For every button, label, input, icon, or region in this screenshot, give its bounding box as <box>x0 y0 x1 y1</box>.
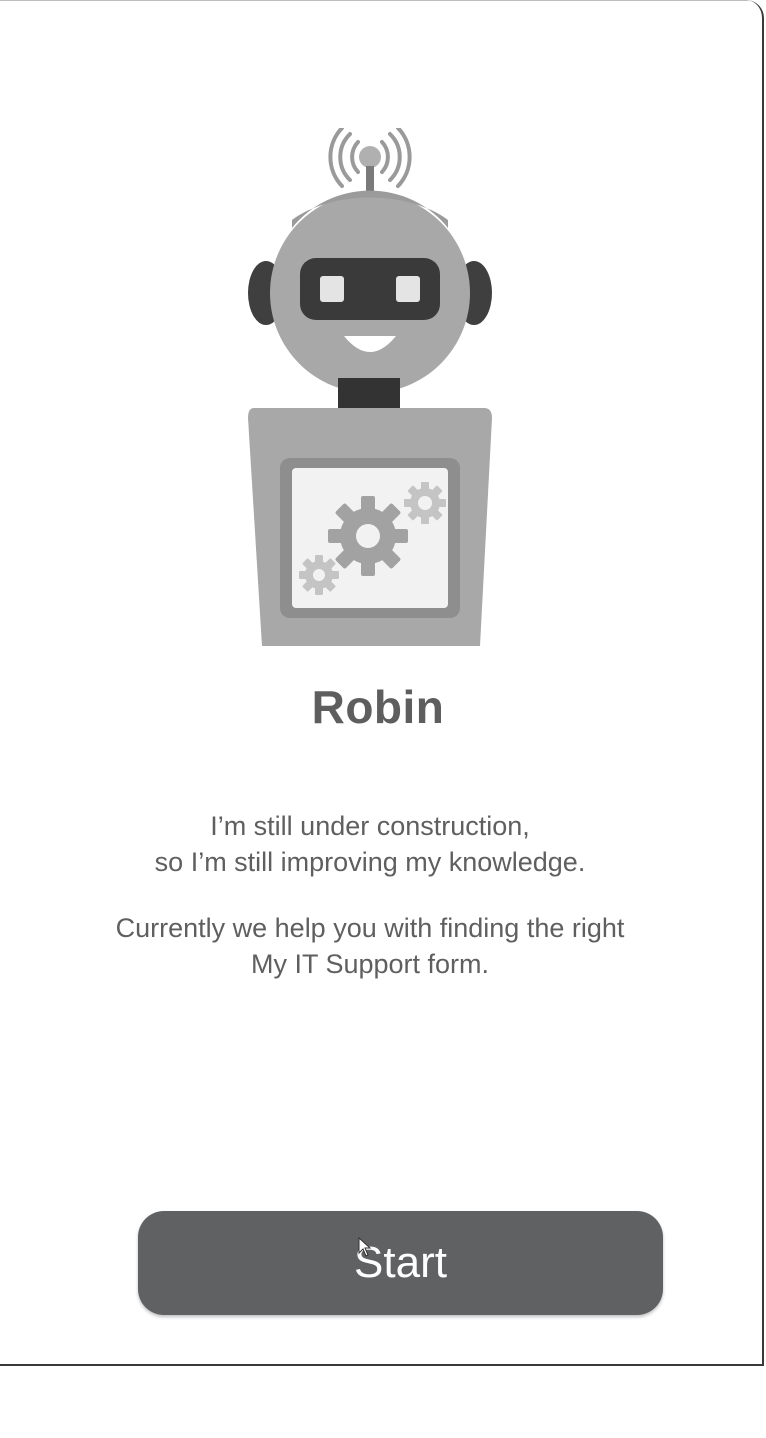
window-top-edge <box>0 0 748 1</box>
intro-message: I’m still under construction, so I’m sti… <box>0 808 740 982</box>
intro-line: Currently we help you with finding the r… <box>115 913 625 943</box>
start-button[interactable]: Start <box>138 1211 663 1315</box>
mouse-pointer-icon <box>358 1237 372 1257</box>
gear-icon <box>299 555 339 595</box>
gear-icon <box>404 482 446 524</box>
robot-icon <box>240 128 500 648</box>
gear-icon <box>328 496 408 576</box>
intro-line: I’m still under construction, <box>210 811 530 841</box>
bot-name-title: Robin <box>311 681 445 733</box>
intro-line: so I’m still improving my knowledge. <box>154 847 586 877</box>
intro-line: My IT Support form. <box>250 949 490 979</box>
app-window: Robin I’m still under construction, so I… <box>0 0 764 1366</box>
